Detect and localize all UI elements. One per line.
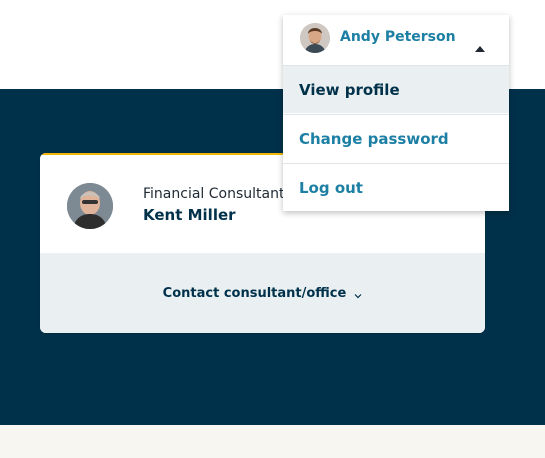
menu-item-view-profile[interactable]: View profile [283,65,509,113]
consultant-photo [67,183,113,229]
menu-item-label: Change password [299,129,449,148]
menu-item-change-password[interactable]: Change password [283,114,509,162]
menu-item-label: Log out [299,178,363,197]
contact-section: Contact consultant/office [40,253,485,333]
chevron-down-icon [354,289,362,299]
contact-consultant-label: Contact consultant/office [162,285,347,301]
user-menu-dropdown: Andy Peterson View profile Change passwo… [283,15,509,211]
user-avatar-icon [300,23,330,53]
menu-item-log-out[interactable]: Log out [283,163,509,211]
caret-up-icon [475,37,485,52]
contact-consultant-toggle[interactable]: Contact consultant/office [40,253,485,333]
footer-strip [0,425,545,458]
consultant-title: Financial Consultant [143,186,285,202]
consultant-name: Kent Miller [143,206,236,224]
menu-item-label: View profile [299,80,400,99]
user-menu-toggle[interactable]: Andy Peterson [283,15,509,65]
user-name: Andy Peterson [340,29,456,45]
